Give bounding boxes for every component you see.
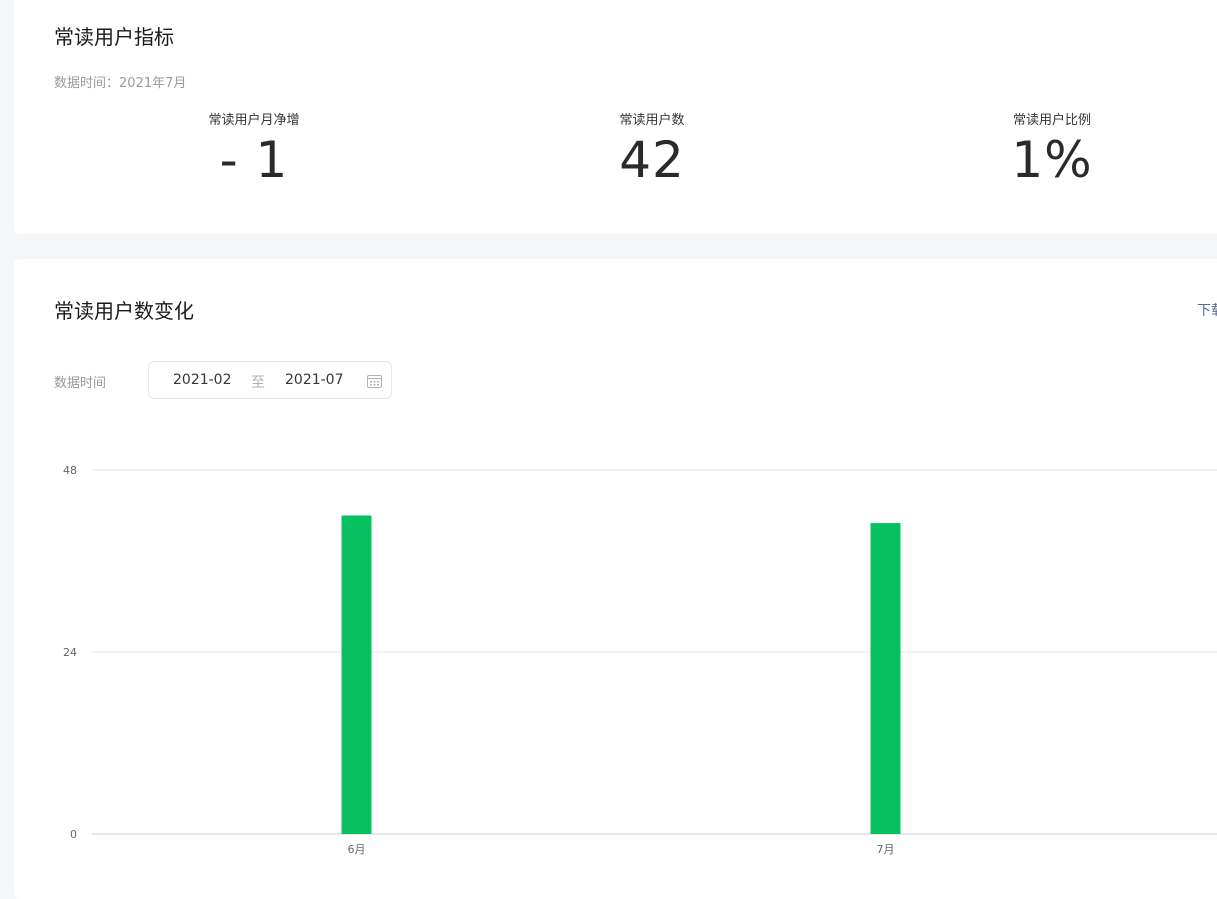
metric-user-ratio: 常读用户比例 1% [902,109,1202,188]
metric-value: 1% [1011,131,1093,189]
metric-net-increase: 常读用户月净增 - 1 [104,109,404,188]
metric-value: - 1 [219,131,289,189]
y-tick-label: 48 [63,464,77,477]
y-tick-label: 0 [70,828,77,841]
metric-value: 42 [619,131,685,189]
metric-label: 常读用户数 [619,113,685,128]
bar [870,523,901,834]
trend-title: 常读用户数变化 [54,299,194,323]
x-tick-label: 6月 [348,843,366,856]
x-tick-label: 7月 [877,843,895,856]
date-range-separator: 至 [251,375,265,391]
user-count-bar-chart: 0 24 48 6月 7月 [63,464,1217,856]
metric-label: 常读用户月净增 [208,113,300,128]
summary-card: 常读用户指标 数据时间：2021年7月 常读用户月净增 - 1 常读用户数 42… [14,0,1217,234]
download-link[interactable]: 下载 [1197,300,1217,320]
metric-user-count: 常读用户数 42 [502,109,802,188]
calendar-icon[interactable] [367,374,382,388]
date-filter-label: 数据时间 [54,376,107,391]
summary-data-time: 数据时间：2021年7月 [54,76,187,91]
metric-label: 常读用户比例 [1012,113,1091,128]
bar [341,515,372,834]
y-tick-label: 24 [63,646,77,659]
summary-title: 常读用户指标 [54,25,174,49]
date-start-input[interactable]: 2021-02 [173,372,232,388]
date-range-picker[interactable]: 2021-02 至 2021-07 [148,361,392,399]
date-end-input[interactable]: 2021-07 [285,372,344,388]
